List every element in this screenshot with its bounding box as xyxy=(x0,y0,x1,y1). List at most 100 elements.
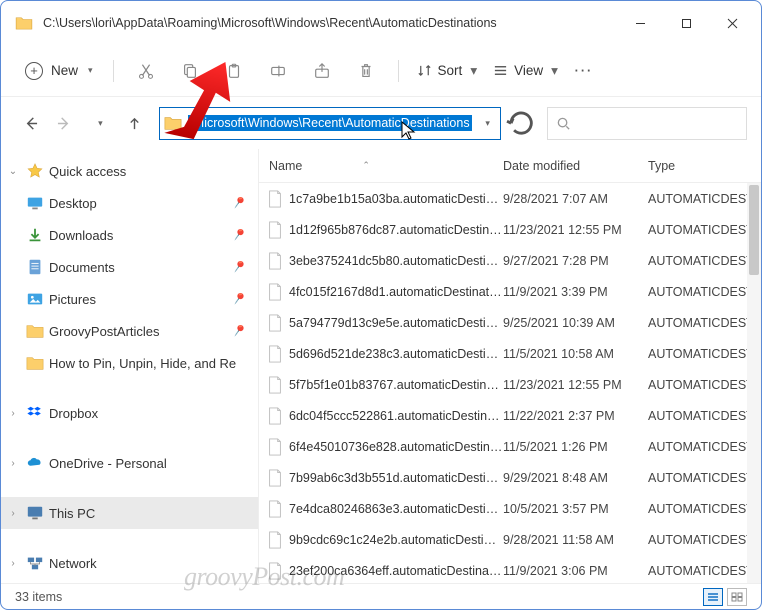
rename-button[interactable] xyxy=(256,53,300,89)
folder-icon xyxy=(15,16,33,30)
search-input[interactable] xyxy=(577,116,738,130)
back-button[interactable] xyxy=(15,106,46,140)
cell-type: AUTOMATICDEST xyxy=(648,347,761,361)
cell-date: 9/29/2021 8:48 AM xyxy=(503,471,648,485)
file-icon xyxy=(267,221,283,239)
sidebar-label: Downloads xyxy=(49,228,227,243)
address-dropdown[interactable]: ▾ xyxy=(478,118,496,129)
sidebar-item-quick-access[interactable]: ⌄ Quick access xyxy=(1,155,258,187)
cell-date: 9/28/2021 11:58 AM xyxy=(503,533,648,547)
paste-button[interactable] xyxy=(212,53,256,89)
cell-date: 11/5/2021 10:58 AM xyxy=(503,347,648,361)
minimize-button[interactable] xyxy=(617,7,663,39)
sidebar-label: GroovyPostArticles xyxy=(49,324,227,339)
sort-label: Sort xyxy=(438,63,463,78)
sidebar-item-desktop[interactable]: Desktop 📍 xyxy=(1,187,258,219)
sidebar-item-pictures[interactable]: Pictures 📍 xyxy=(1,283,258,315)
document-icon xyxy=(25,257,45,277)
cell-date: 9/28/2021 7:07 AM xyxy=(503,192,648,206)
table-row[interactable]: 1c7a9be1b15a03ba.automaticDestination..9… xyxy=(259,183,761,214)
address-bar[interactable]: \Microsoft\Windows\Recent\AutomaticDesti… xyxy=(159,107,500,140)
separator xyxy=(398,60,399,82)
sidebar-label: Quick access xyxy=(49,164,246,179)
chevron-right-icon: › xyxy=(5,408,21,419)
column-name[interactable]: Name⌃ xyxy=(259,159,503,173)
cell-name: 23ef200ca6364eff.automaticDestinations-.… xyxy=(259,562,503,580)
new-button[interactable]: + New ▾ xyxy=(15,56,103,86)
chevron-right-icon: › xyxy=(5,558,21,569)
maximize-button[interactable] xyxy=(663,7,709,39)
cell-name: 6dc04f5ccc522861.automaticDestination.. xyxy=(259,407,503,425)
folder-icon xyxy=(164,115,182,131)
close-button[interactable] xyxy=(709,7,755,39)
plus-icon: + xyxy=(25,62,43,80)
scrollbar-thumb[interactable] xyxy=(749,185,759,275)
table-row[interactable]: 6f4e45010736e828.automaticDestination..1… xyxy=(259,431,761,462)
table-row[interactable]: 5d696d521de238c3.automaticDestination..1… xyxy=(259,338,761,369)
sidebar-item-documents[interactable]: Documents 📍 xyxy=(1,251,258,283)
sort-button[interactable]: Sort ▾ xyxy=(409,57,486,85)
recent-dropdown[interactable]: ▾ xyxy=(84,106,115,140)
file-icon xyxy=(267,438,283,456)
pictures-icon xyxy=(25,289,45,309)
sidebar-item-folder[interactable]: How to Pin, Unpin, Hide, and Re xyxy=(1,347,258,379)
view-button[interactable]: View ▾ xyxy=(485,57,566,85)
command-bar: + New ▾ Sort ▾ View ▾ ··· xyxy=(1,45,761,97)
table-row[interactable]: 5a794779d13c9e5e.automaticDestination..9… xyxy=(259,307,761,338)
chevron-right-icon: › xyxy=(5,458,21,469)
file-name: 1c7a9be1b15a03ba.automaticDestination.. xyxy=(289,192,503,206)
cell-date: 9/25/2021 10:39 AM xyxy=(503,316,648,330)
column-date[interactable]: Date modified xyxy=(503,159,648,173)
table-row[interactable]: 7b99ab6c3d3b551d.automaticDestination..9… xyxy=(259,462,761,493)
table-row[interactable]: 3ebe375241dc5b80.automaticDestination..9… xyxy=(259,245,761,276)
up-button[interactable] xyxy=(119,106,150,140)
table-row[interactable]: 1d12f965b876dc87.automaticDestination..1… xyxy=(259,214,761,245)
icons-view-button[interactable] xyxy=(727,588,747,606)
search-icon xyxy=(556,116,571,131)
table-row[interactable]: 5f7b5f1e01b83767.automaticDestinations..… xyxy=(259,369,761,400)
vertical-scrollbar[interactable] xyxy=(747,183,761,583)
refresh-button[interactable] xyxy=(505,107,537,140)
sidebar-item-onedrive[interactable]: › OneDrive - Personal xyxy=(1,447,258,479)
cut-button[interactable] xyxy=(124,53,168,89)
sidebar-item-network[interactable]: › Network xyxy=(1,547,258,579)
cell-name: 5f7b5f1e01b83767.automaticDestinations.. xyxy=(259,376,503,394)
cell-name: 9b9cdc69c1c24e2b.automaticDestination.. xyxy=(259,531,503,549)
cell-type: AUTOMATICDEST xyxy=(648,440,761,454)
details-view-button[interactable] xyxy=(703,588,723,606)
sidebar-item-dropbox[interactable]: › Dropbox xyxy=(1,397,258,429)
sidebar-item-folder[interactable]: GroovyPostArticles 📍 xyxy=(1,315,258,347)
sidebar-item-downloads[interactable]: Downloads 📍 xyxy=(1,219,258,251)
file-name: 5f7b5f1e01b83767.automaticDestinations.. xyxy=(289,378,503,392)
table-row[interactable]: 9b9cdc69c1c24e2b.automaticDestination..9… xyxy=(259,524,761,555)
cell-name: 6f4e45010736e828.automaticDestination.. xyxy=(259,438,503,456)
view-icon xyxy=(493,63,508,78)
column-type[interactable]: Type xyxy=(648,159,761,173)
new-label: New xyxy=(51,63,78,78)
forward-button[interactable] xyxy=(50,106,81,140)
share-button[interactable] xyxy=(300,53,344,89)
cell-date: 11/5/2021 1:26 PM xyxy=(503,440,648,454)
table-row[interactable]: 4fc015f2167d8d1.automaticDestinations-..… xyxy=(259,276,761,307)
delete-button[interactable] xyxy=(344,53,388,89)
file-explorer-window: C:\Users\lori\AppData\Roaming\Microsoft\… xyxy=(0,0,762,610)
sidebar-label: Desktop xyxy=(49,196,227,211)
file-rows: 1c7a9be1b15a03ba.automaticDestination..9… xyxy=(259,183,761,583)
search-box[interactable] xyxy=(547,107,747,140)
pin-icon: 📍 xyxy=(228,225,248,245)
table-row[interactable]: 23ef200ca6364eff.automaticDestinations-.… xyxy=(259,555,761,583)
star-icon xyxy=(25,161,45,181)
file-name: 5d696d521de238c3.automaticDestination.. xyxy=(289,347,503,361)
table-row[interactable]: 7e4dca80246863e3.automaticDestination..1… xyxy=(259,493,761,524)
address-text[interactable]: \Microsoft\Windows\Recent\AutomaticDesti… xyxy=(188,115,471,131)
table-row[interactable]: 6dc04f5ccc522861.automaticDestination..1… xyxy=(259,400,761,431)
cell-name: 1d12f965b876dc87.automaticDestination.. xyxy=(259,221,503,239)
more-button[interactable]: ··· xyxy=(566,64,602,78)
copy-button[interactable] xyxy=(168,53,212,89)
sidebar-item-this-pc[interactable]: › This PC xyxy=(1,497,258,529)
column-headers: Name⌃ Date modified Type xyxy=(259,149,761,183)
chevron-right-icon: › xyxy=(5,508,21,519)
cell-name: 4fc015f2167d8d1.automaticDestinations-.. xyxy=(259,283,503,301)
sidebar-label: Pictures xyxy=(49,292,227,307)
cell-name: 5d696d521de238c3.automaticDestination.. xyxy=(259,345,503,363)
